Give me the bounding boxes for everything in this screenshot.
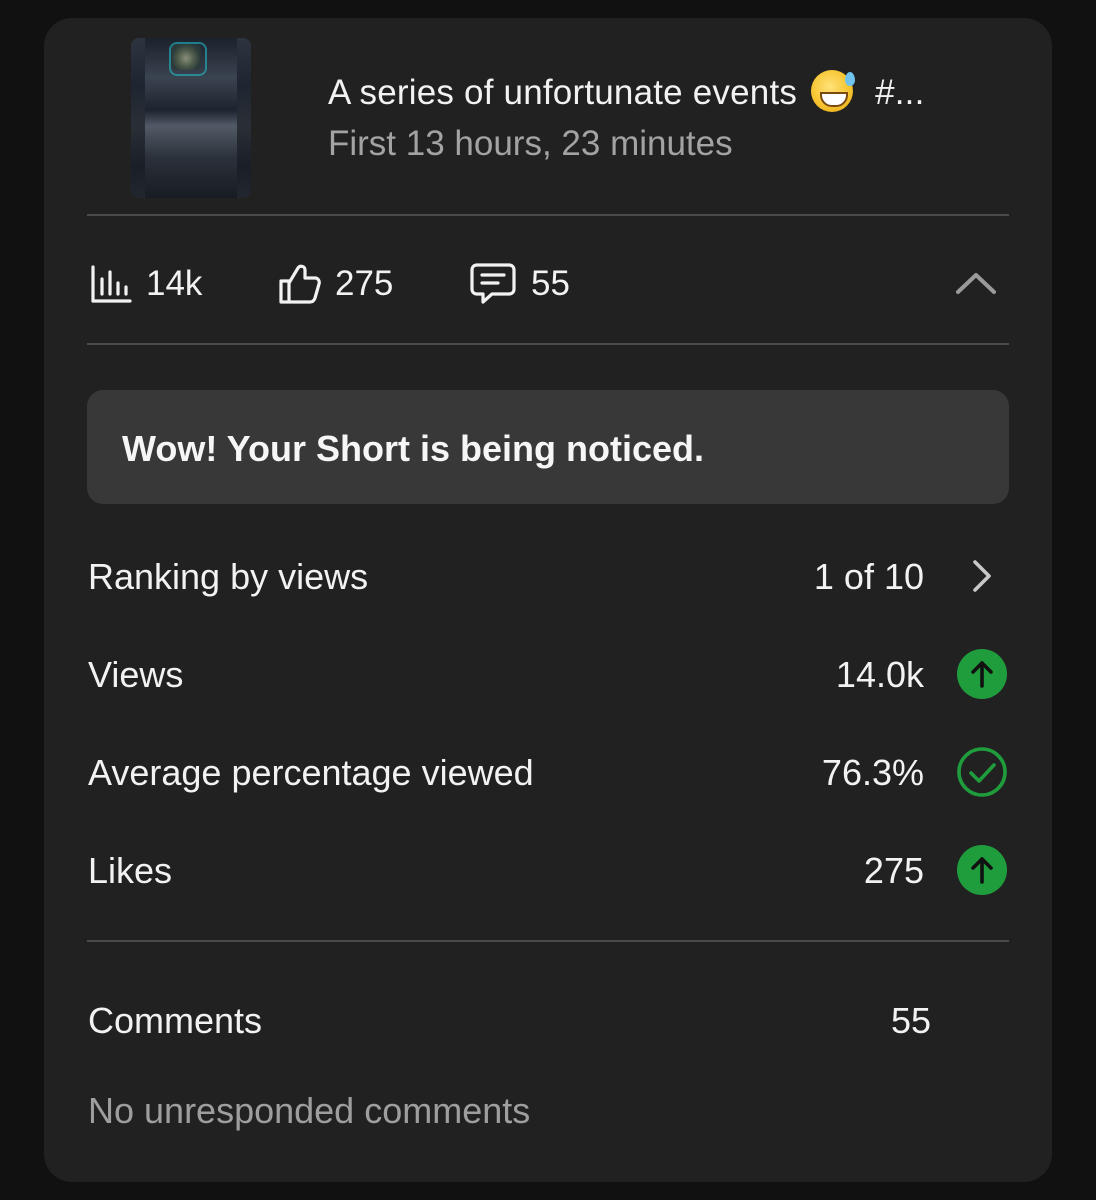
views-count: 14k xyxy=(146,264,203,303)
video-title-text: A series of unfortunate events xyxy=(328,73,798,112)
metric-value-views: 14.0k xyxy=(835,654,924,695)
insight-banner-text: Wow! Your Short is being noticed. xyxy=(122,428,705,469)
comment-icon xyxy=(470,263,516,304)
likes-stat: 275 xyxy=(277,260,393,308)
chevron-up-icon[interactable] xyxy=(954,268,998,298)
video-period: First 13 hours, 23 minutes xyxy=(328,124,733,163)
divider xyxy=(87,343,1009,345)
video-thumbnail[interactable] xyxy=(131,38,251,198)
metric-label-avg-viewed: Average percentage viewed xyxy=(88,752,534,793)
thumbs-up-icon xyxy=(279,264,321,304)
views-stat: 14k xyxy=(90,260,202,308)
comments-count: 55 xyxy=(531,264,570,303)
metric-label-views: Views xyxy=(88,654,184,695)
grinning-sweat-emoji-icon xyxy=(811,70,856,112)
comments-status: No unresponded comments xyxy=(88,1090,531,1131)
arrow-up-circle-icon xyxy=(957,649,1007,699)
check-circle-icon xyxy=(957,747,1007,797)
video-title-tail: #... xyxy=(875,73,925,112)
video-title[interactable]: A series of unfortunate events #... xyxy=(328,70,925,113)
insight-banner: Wow! Your Short is being noticed. xyxy=(87,390,1009,504)
comments-stat: 55 xyxy=(469,260,570,308)
comments-label: Comments xyxy=(88,1000,263,1041)
arrow-up-circle-icon xyxy=(957,845,1007,895)
divider xyxy=(87,940,1009,942)
metric-label-likes: Likes xyxy=(88,850,173,891)
likes-count: 275 xyxy=(335,264,394,303)
metric-label-ranking: Ranking by views xyxy=(88,556,369,597)
bar-chart-icon xyxy=(91,265,132,303)
chevron-right-icon[interactable] xyxy=(956,558,1008,594)
metric-value-ranking: 1 of 10 xyxy=(813,556,924,597)
metric-value-likes: 275 xyxy=(863,850,924,891)
short-analytics-card: A series of unfortunate events #... First… xyxy=(44,18,1052,1182)
comments-value: 55 xyxy=(890,1000,931,1041)
divider xyxy=(87,214,1009,216)
metric-value-avg-viewed: 76.3% xyxy=(821,752,924,793)
